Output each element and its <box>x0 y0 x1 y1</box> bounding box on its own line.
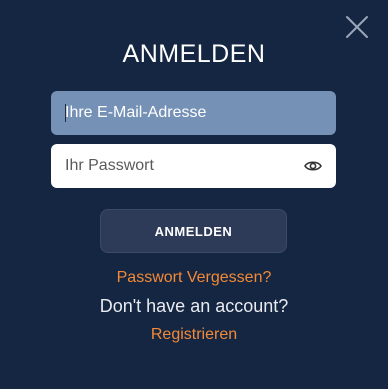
email-field[interactable] <box>51 91 336 135</box>
modal-title: ANMELDEN <box>122 40 266 68</box>
email-input[interactable] <box>65 104 322 122</box>
eye-icon[interactable] <box>304 158 322 174</box>
text-cursor <box>65 104 66 122</box>
login-button[interactable]: ANMELDEN <box>100 209 287 253</box>
register-link[interactable]: Registrieren <box>0 326 388 344</box>
forgot-password-link[interactable]: Passwort Vergessen? <box>0 269 388 287</box>
login-modal: ANMELDEN ANMELDEN Passwort Vergessen? Do… <box>0 0 388 389</box>
password-field[interactable] <box>51 144 336 188</box>
close-icon[interactable] <box>345 15 369 39</box>
password-input[interactable] <box>65 157 322 175</box>
no-account-text: Don't have an account? <box>99 296 289 316</box>
